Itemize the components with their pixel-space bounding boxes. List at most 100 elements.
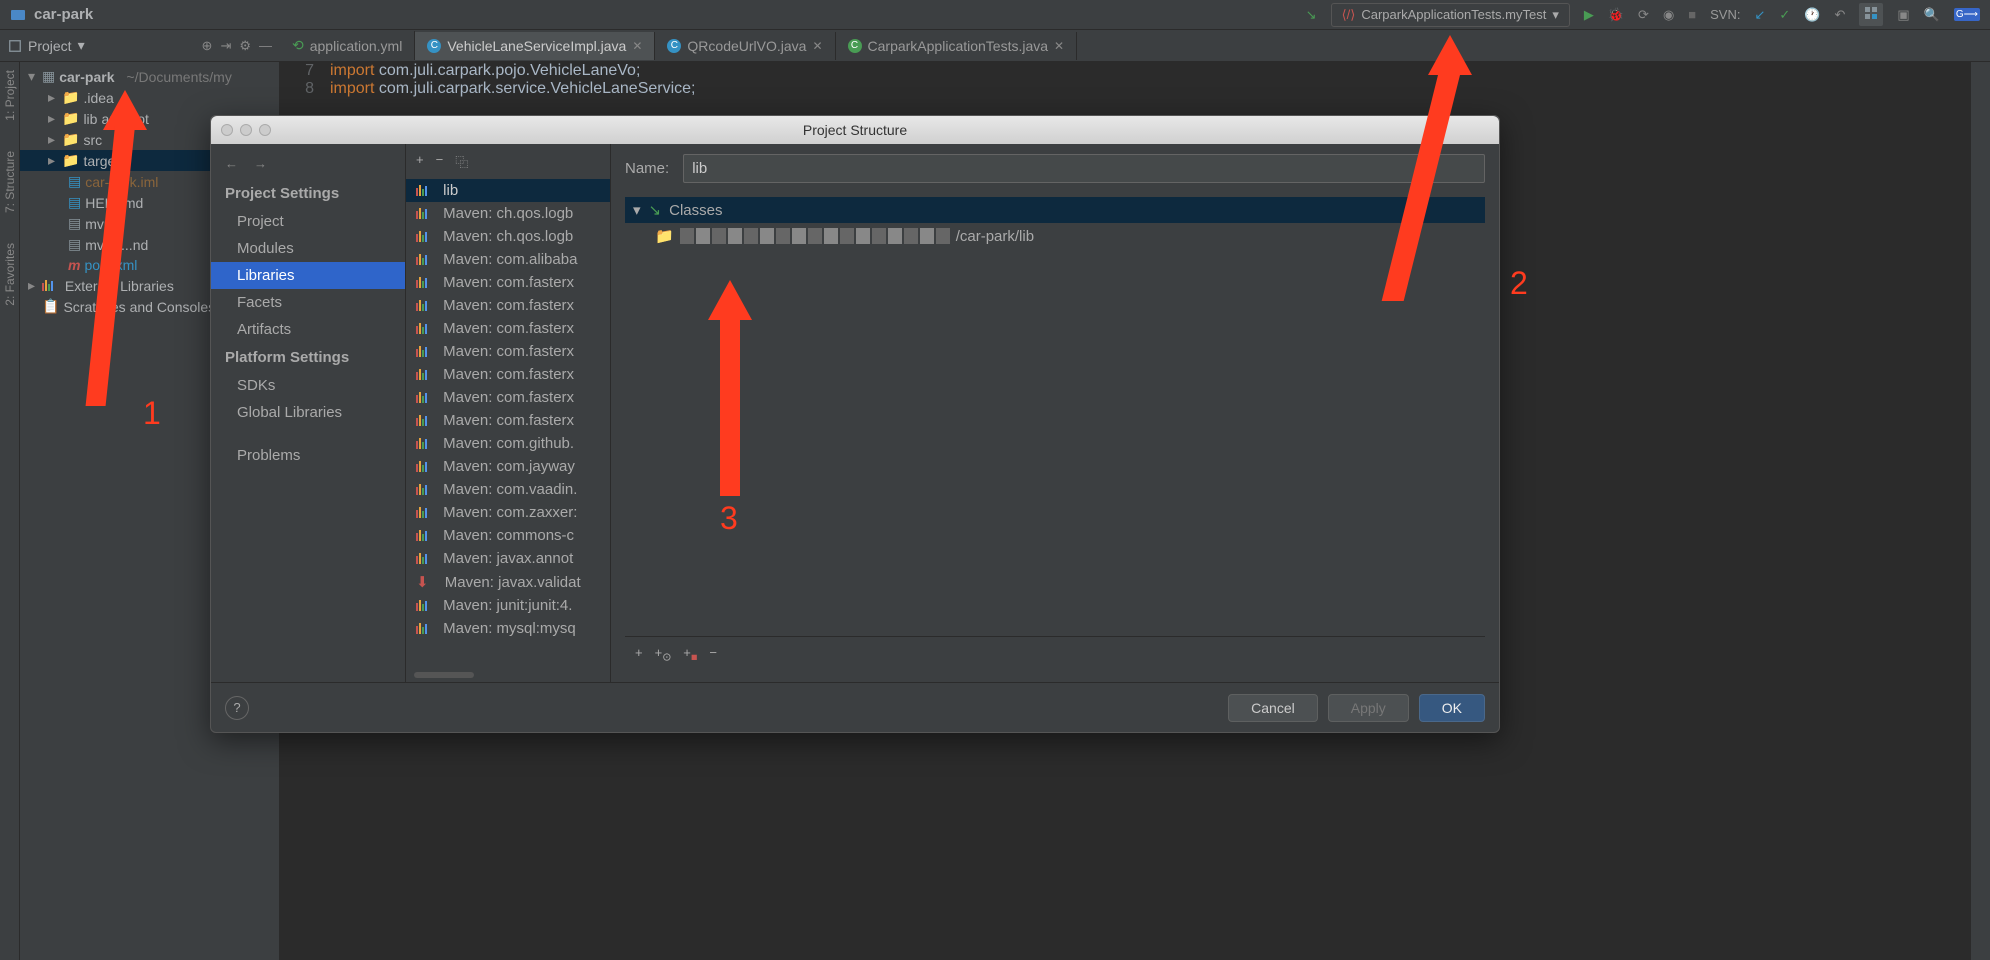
sidebar-item-project[interactable]: Project (211, 208, 405, 235)
tab-vehiclelaneservice[interactable]: C VehicleLaneServiceImpl.java ✕ (415, 32, 655, 60)
remove-icon[interactable]: − (436, 152, 444, 171)
redacted-path (680, 228, 950, 244)
cancel-button[interactable]: Cancel (1228, 694, 1318, 722)
coverage-icon[interactable]: ⟳ (1638, 7, 1649, 23)
library-list-item[interactable]: Maven: com.fasterx (406, 386, 610, 409)
library-list-item[interactable]: Maven: ch.qos.logb (406, 225, 610, 248)
item-label: .idea (83, 90, 113, 106)
forward-icon[interactable]: → (254, 156, 267, 171)
project-structure-dialog: Project Structure ←→ Project Settings Pr… (210, 115, 1500, 733)
class-icon: C (667, 39, 681, 53)
item-label: lib (83, 111, 97, 127)
library-list-item[interactable]: Maven: com.fasterx (406, 409, 610, 432)
tab-label: application.yml (310, 38, 403, 54)
gear-icon[interactable]: ⚙ (239, 38, 251, 54)
library-list-item[interactable]: Maven: com.fasterx (406, 294, 610, 317)
terminal-icon[interactable]: ▣ (1897, 7, 1909, 23)
apply-button[interactable]: Apply (1328, 694, 1409, 722)
library-list-item[interactable]: Maven: com.fasterx (406, 317, 610, 340)
sidebar-item-facets[interactable]: Facets (211, 289, 405, 316)
add-icon[interactable]: + (635, 645, 643, 664)
classes-path[interactable]: 📁 /car-park/lib (625, 223, 1485, 249)
library-list-item[interactable]: Maven: javax.annot (406, 547, 610, 570)
library-list-item[interactable]: Maven: mysql:mysq (406, 617, 610, 640)
library-list-item[interactable]: Maven: com.github. (406, 432, 610, 455)
library-list-item[interactable]: Maven: com.fasterx (406, 340, 610, 363)
item-label: car-park.iml (85, 174, 158, 190)
tab-bar: Project ▾ ⊕ ⇥ ⚙ — ⟲ application.yml C Ve… (0, 30, 1990, 62)
lib-label: Maven: javax.annot (443, 550, 573, 567)
help-button[interactable]: ? (225, 696, 249, 720)
window-title: car-park (34, 6, 93, 23)
window-controls[interactable] (221, 124, 271, 136)
classes-label: Classes (669, 202, 722, 219)
close-icon[interactable]: ✕ (812, 39, 822, 53)
side-tab-favorites[interactable]: 2: Favorites (3, 243, 17, 306)
library-name-input[interactable] (683, 154, 1485, 183)
target-icon[interactable]: ⊕ (202, 38, 213, 54)
side-tab-project[interactable]: 1: Project (3, 70, 17, 121)
lib-label: Maven: javax.validat (445, 574, 581, 591)
ok-button[interactable]: OK (1419, 694, 1485, 722)
debug-icon[interactable]: 🐞 (1608, 7, 1624, 23)
chevron-down-icon: ▾ (1552, 7, 1559, 23)
project-tool-button[interactable]: Project ▾ (8, 37, 85, 54)
tab-application-yml[interactable]: ⟲ application.yml (280, 31, 415, 60)
project-button-label: Project (28, 38, 72, 54)
path-suffix: /car-park/lib (956, 228, 1034, 245)
item-label: src (83, 132, 102, 148)
library-list-item[interactable]: Maven: com.fasterx (406, 271, 610, 294)
close-icon[interactable]: ✕ (632, 39, 642, 53)
sidebar-item-modules[interactable]: Modules (211, 235, 405, 262)
tab-carparkapptests[interactable]: C CarparkApplicationTests.java ✕ (836, 32, 1078, 60)
history-icon[interactable]: 🕐 (1804, 7, 1820, 23)
annotation-label-2: 2 (1510, 265, 1528, 302)
revert-icon[interactable]: ↶ (1834, 7, 1845, 23)
library-list-item[interactable]: Maven: com.vaadin. (406, 478, 610, 501)
class-icon: C (427, 39, 441, 53)
library-list-item[interactable]: Maven: junit:junit:4. (406, 594, 610, 617)
tree-root[interactable]: ▾ ▦ car-park ~/Documents/my (20, 66, 279, 87)
tab-qrcodeurlvo[interactable]: C QRcodeUrlVO.java ✕ (655, 32, 835, 60)
stop-icon[interactable]: ■ (1688, 7, 1696, 22)
library-list-item[interactable]: lib (406, 179, 610, 202)
hide-icon[interactable]: — (259, 38, 272, 53)
sidebar-item-global-libs[interactable]: Global Libraries (211, 399, 405, 426)
copy-icon[interactable]: ⿻ (455, 152, 468, 171)
library-list-item[interactable]: Maven: com.zaxxer: (406, 501, 610, 524)
commit-icon[interactable]: ✓ (1779, 7, 1790, 23)
library-list-item[interactable]: Maven: com.jayway (406, 455, 610, 478)
update-icon[interactable]: ↙ (1754, 7, 1765, 23)
add-url-icon[interactable]: +■ (683, 645, 697, 664)
sidebar-item-problems[interactable]: Problems (211, 442, 405, 469)
library-list-item[interactable]: Maven: com.fasterx (406, 363, 610, 386)
remove-icon[interactable]: − (709, 645, 717, 664)
classes-node[interactable]: ▾ ↘ Classes (625, 197, 1485, 223)
library-list-item[interactable]: Maven: ch.qos.logb (406, 202, 610, 225)
library-list-item[interactable]: Maven: com.alibaba (406, 248, 610, 271)
side-tab-structure[interactable]: 7: Structure (3, 151, 17, 213)
search-icon[interactable]: 🔍 (1924, 7, 1940, 23)
profile-icon[interactable]: ◉ (1663, 7, 1674, 23)
sidebar-item-libraries[interactable]: Libraries (211, 262, 405, 289)
back-icon[interactable]: ← (225, 156, 238, 171)
hammer-icon[interactable]: ↘ (1306, 7, 1317, 23)
tree-item[interactable]: ▸📁.idea (20, 87, 279, 108)
add-icon[interactable]: + (416, 152, 424, 171)
run-icon[interactable]: ▶ (1584, 7, 1594, 23)
collapse-icon[interactable]: ⇥ (220, 38, 231, 54)
project-structure-icon[interactable] (1859, 3, 1883, 26)
library-list-item[interactable]: ⬇ Maven: javax.validat (406, 570, 610, 594)
scrollbar[interactable] (414, 672, 474, 678)
chevron-down-icon[interactable]: ▾ (28, 68, 38, 85)
sidebar-item-sdks[interactable]: SDKs (211, 372, 405, 399)
library-list-item[interactable]: Maven: commons-c (406, 524, 610, 547)
lib-label: Maven: com.alibaba (443, 251, 577, 268)
sidebar-item-artifacts[interactable]: Artifacts (211, 316, 405, 343)
add-special-icon[interactable]: +⊙ (655, 645, 672, 664)
translate-icon[interactable]: G⟶ (1954, 8, 1980, 21)
dialog-titlebar[interactable]: Project Structure (211, 116, 1499, 144)
run-config-selector[interactable]: ⟨/⟩ CarparkApplicationTests.myTest ▾ (1331, 3, 1570, 27)
lib-label: Maven: com.jayway (443, 458, 575, 475)
close-icon[interactable]: ✕ (1054, 39, 1064, 53)
